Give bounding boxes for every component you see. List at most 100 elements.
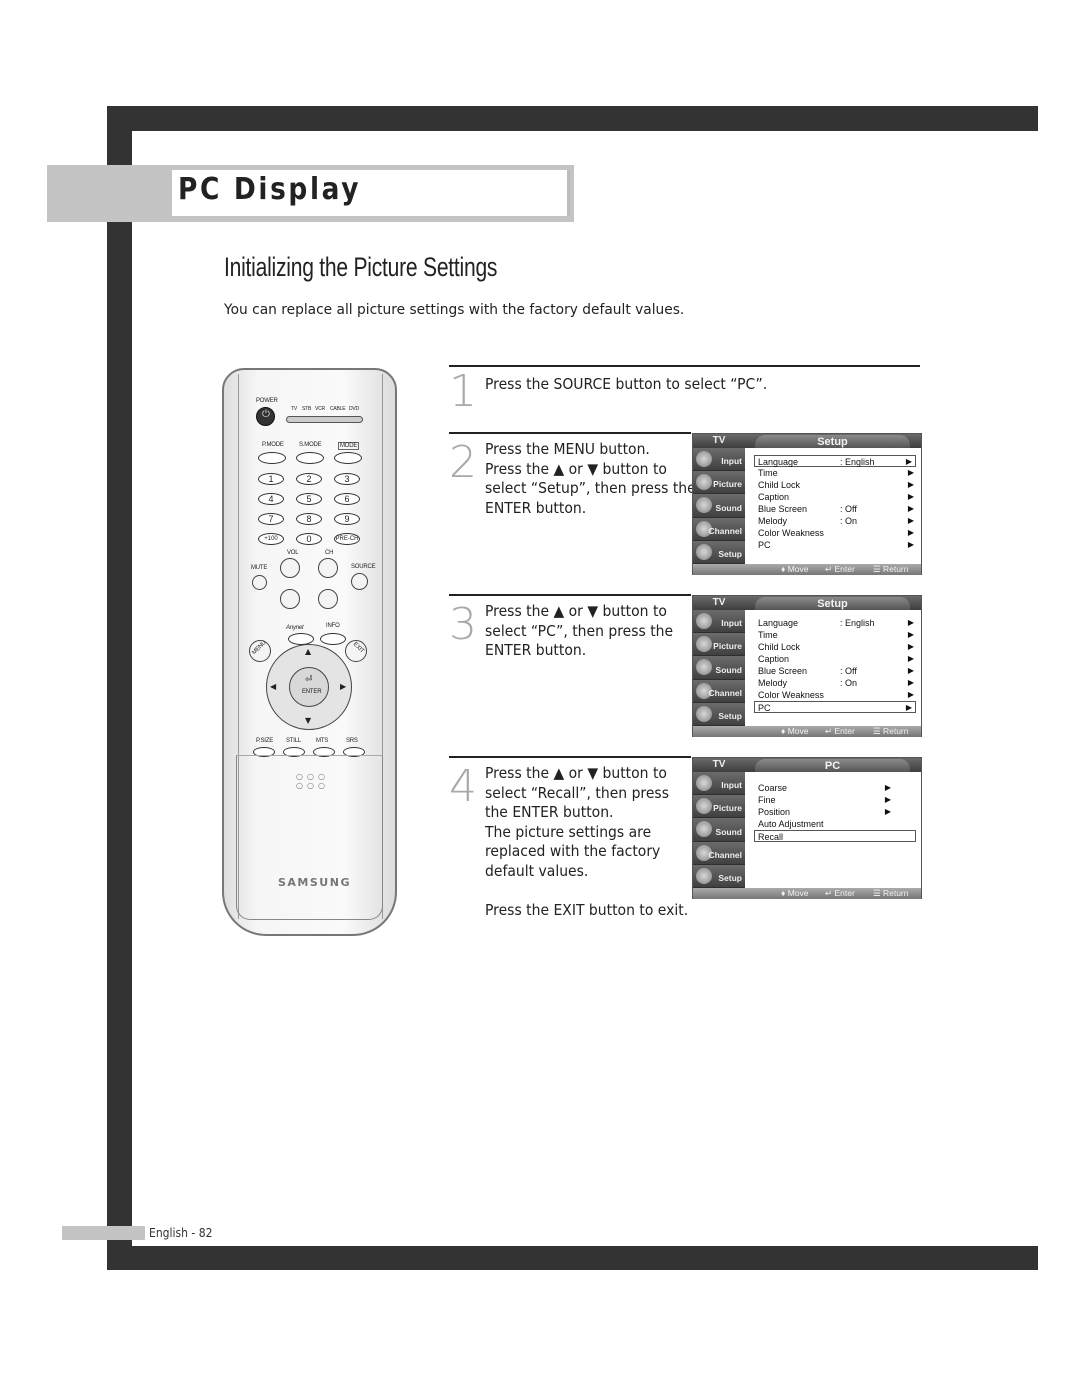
number-button[interactable]: 1 — [258, 473, 284, 485]
step-divider — [449, 432, 691, 434]
osd-item-name: Fine — [758, 795, 776, 805]
osd-item-value: : English — [840, 618, 875, 628]
osd-menu-item[interactable]: Auto Adjustment — [755, 818, 917, 830]
number-button[interactable]: 7 — [258, 513, 284, 525]
osd-item-name: Caption — [758, 492, 790, 502]
number-button[interactable]: 2 — [296, 473, 322, 485]
osd-side-item-setup[interactable]: Setup — [693, 864, 745, 888]
osd-side-item-picture[interactable]: Picture — [693, 633, 745, 657]
input-icon — [696, 613, 712, 629]
osd-side-menu: Input Picture Sound Channel Setup — [693, 610, 745, 726]
osd-item-name: Child Lock — [758, 480, 801, 490]
osd-tv-label: TV — [712, 597, 726, 608]
number-button[interactable]: 8 — [296, 513, 322, 525]
osd-side-item-sound[interactable]: Sound — [693, 656, 745, 680]
step-number: 1 — [449, 366, 477, 417]
arrow-right-icon: ▶ — [907, 642, 914, 651]
osd-move-hint: ♦ Move — [781, 888, 809, 898]
osd-item-value: : On — [840, 516, 858, 526]
volume-down-button[interactable] — [280, 589, 300, 609]
arrow-right-icon: ▶ — [907, 480, 914, 489]
osd-menu-item[interactable]: Coarse ▶ — [755, 782, 917, 794]
number-button[interactable]: +100 — [258, 533, 284, 545]
device-mode-label: STB — [302, 406, 312, 412]
step-line: Press the MENU button. — [485, 440, 650, 458]
number-button[interactable]: 5 — [296, 493, 322, 505]
device-mode-label: TV — [291, 406, 297, 412]
number-button[interactable]: 6 — [334, 493, 360, 505]
mode-label: S.MODE — [299, 442, 322, 448]
mode-button[interactable] — [296, 452, 324, 464]
osd-side-item-sound[interactable]: Sound — [693, 494, 745, 518]
osd-side-item-setup[interactable]: Setup — [693, 702, 745, 726]
osd-menu-item[interactable]: Melody: On ▶ — [755, 515, 917, 527]
step-instructions: Press the ▲ or ▼ button to select “Recall… — [485, 764, 688, 920]
osd-side-item-channel[interactable]: Channel — [693, 841, 745, 865]
number-button[interactable]: PRE-CH — [334, 533, 360, 545]
arrow-right-icon: ▶ — [907, 540, 914, 549]
osd-side-item-sound[interactable]: Sound — [693, 818, 745, 842]
osd-side-item-setup[interactable]: Setup — [693, 540, 745, 564]
enter-button[interactable] — [289, 667, 329, 707]
osd-menu-item[interactable]: Melody: On ▶ — [755, 677, 917, 689]
number-button[interactable]: 3 — [334, 473, 360, 485]
osd-side-item-input[interactable]: Input — [693, 448, 745, 472]
osd-item-value: : On — [840, 678, 858, 688]
step-instructions: Press the MENU button. Press the ▲ or ▼ b… — [485, 440, 696, 518]
right-arrow-icon: ▶ — [340, 682, 347, 691]
arrow-right-icon: ▶ — [884, 807, 891, 816]
page-frame-bottom — [107, 1246, 1038, 1270]
osd-side-item-channel[interactable]: Channel — [693, 517, 745, 541]
osd-menu-item[interactable]: Blue Screen: Off ▶ — [755, 503, 917, 515]
osd-side-item-channel[interactable]: Channel — [693, 679, 745, 703]
info-button[interactable] — [320, 633, 346, 645]
osd-side-item-input[interactable]: Input — [693, 772, 745, 796]
source-button[interactable] — [351, 573, 368, 590]
channel-down-button[interactable] — [318, 589, 338, 609]
osd-menu-item[interactable]: Child Lock ▶ — [755, 479, 917, 491]
osd-menu-item[interactable]: Child Lock ▶ — [755, 641, 917, 653]
arrow-right-icon: ▶ — [884, 783, 891, 792]
step-line: select “Setup”, then press the — [485, 479, 696, 497]
osd-menu-item[interactable]: Time ▶ — [755, 467, 917, 479]
function-label: SRS — [346, 738, 358, 744]
osd-menu-item[interactable]: Fine ▶ — [755, 794, 917, 806]
osd-menu-item[interactable]: Color Weakness ▶ — [755, 527, 917, 539]
osd-menu-item[interactable]: Position ▶ — [755, 806, 917, 818]
intro-text: You can replace all picture settings wit… — [224, 302, 685, 318]
arrow-right-icon: ▶ — [907, 678, 914, 687]
device-mode-label: VCR — [315, 406, 325, 412]
osd-menu-item[interactable]: PC ▶ — [755, 539, 917, 551]
number-button[interactable]: 4 — [258, 493, 284, 505]
osd-tv-label: TV — [712, 435, 726, 446]
osd-menu-item[interactable]: Time ▶ — [755, 629, 917, 641]
osd-menu-item[interactable]: Caption ▶ — [755, 653, 917, 665]
osd-side-item-input[interactable]: Input — [693, 610, 745, 634]
osd-menu-item[interactable]: Language: English ▶ — [755, 617, 917, 629]
step-line — [485, 881, 688, 901]
osd-menu-item[interactable]: Blue Screen: Off ▶ — [755, 665, 917, 677]
osd-menu-item[interactable]: Color Weakness ▶ — [755, 689, 917, 701]
osd-menu-item[interactable]: Caption ▶ — [755, 491, 917, 503]
vol-label: VOL — [287, 550, 299, 556]
osd-side-item-picture[interactable]: Picture — [693, 471, 745, 495]
number-button[interactable]: 9 — [334, 513, 360, 525]
picture-icon — [696, 474, 712, 491]
osd-menu-item[interactable]: Recall — [754, 830, 916, 842]
number-button[interactable]: 0 — [296, 533, 322, 545]
arrow-right-icon: ▶ — [907, 492, 914, 501]
osd-return-hint: ☰ Return — [873, 564, 909, 574]
mode-button[interactable] — [258, 452, 286, 464]
osd-menu-item[interactable]: PC ▶ — [754, 701, 916, 713]
channel-up-button[interactable] — [318, 558, 338, 578]
mute-button[interactable] — [252, 575, 267, 590]
step-line: select “Recall”, then press — [485, 783, 669, 802]
tv-menu-screen: TV Setup Input Picture Sound Channel Setup Lang… — [692, 433, 922, 575]
input-icon — [696, 451, 712, 467]
osd-side-item-picture[interactable]: Picture — [693, 795, 745, 819]
setup-icon — [696, 705, 712, 722]
osd-footer: ♦ Move ↵ Enter ☰ Return — [693, 726, 921, 737]
volume-up-button[interactable] — [280, 558, 300, 578]
mode-button[interactable] — [334, 452, 362, 464]
osd-menu-item[interactable]: Language: English ▶ — [754, 455, 916, 467]
